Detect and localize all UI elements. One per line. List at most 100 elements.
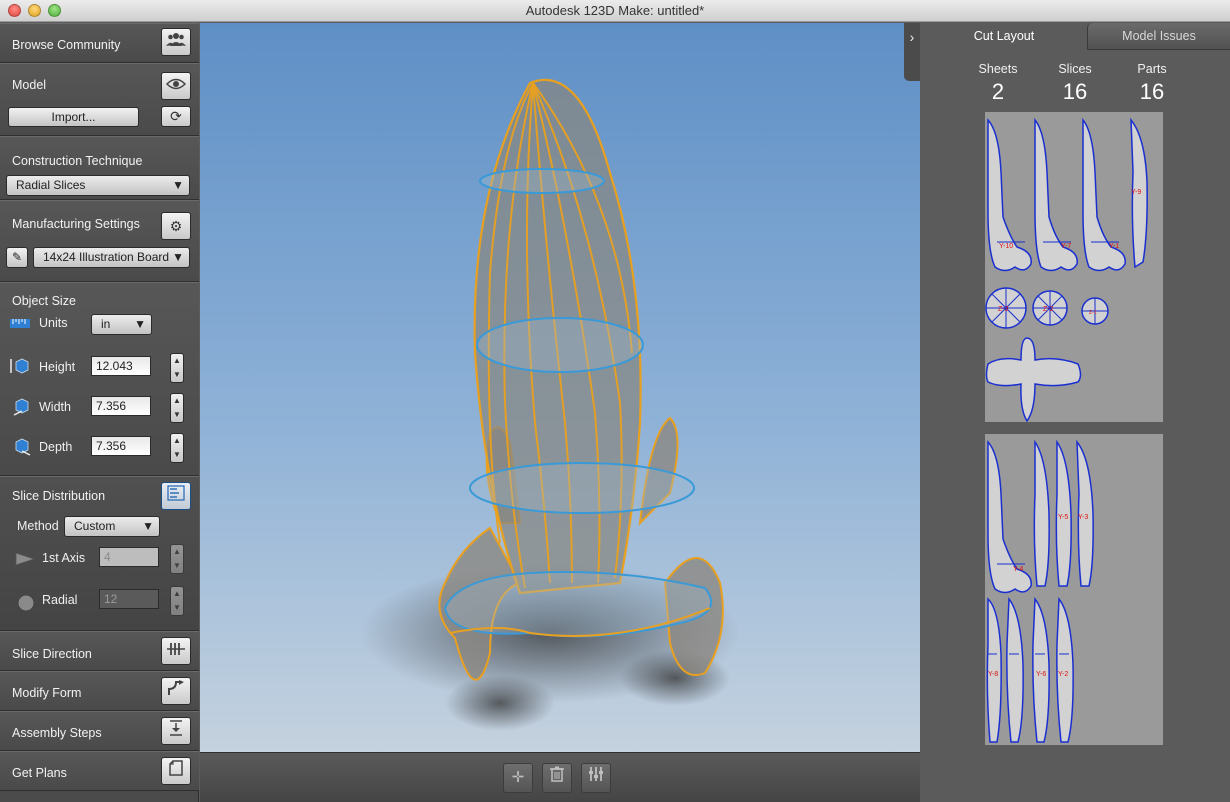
modify-form-icon[interactable]: [161, 677, 191, 705]
pencil-icon[interactable]: ✎: [6, 247, 28, 268]
trash-icon[interactable]: [542, 763, 572, 793]
part-label: Y-5: [1058, 514, 1068, 521]
part-label: Y-9: [1131, 189, 1141, 196]
width-field[interactable]: 7.356: [91, 396, 151, 416]
right-panel: Cut Layout Model Issues Sheets 2 Slices …: [920, 23, 1230, 802]
slice-settings-icon[interactable]: [581, 763, 611, 793]
import-button[interactable]: Import...: [8, 107, 139, 127]
3d-viewport[interactable]: [200, 23, 920, 752]
part-label: Z-1: [1089, 310, 1097, 316]
construction-technique-dropdown[interactable]: Radial Slices ▼: [6, 175, 190, 196]
community-icon[interactable]: [161, 28, 191, 56]
assembly-steps-label: Assembly Steps: [12, 726, 102, 740]
part-label: Y-8: [988, 671, 998, 678]
collapse-panel-icon[interactable]: ›: [904, 23, 920, 81]
construction-technique-label: Construction Technique: [12, 154, 143, 168]
browse-community-label: Browse Community: [12, 38, 121, 52]
close-window-button[interactable]: [8, 4, 21, 17]
depth-field[interactable]: 7.356: [91, 436, 151, 456]
depth-icon: [12, 438, 32, 459]
method-value: Custom: [74, 519, 116, 533]
slice-distribution-label: Slice Distribution: [12, 489, 106, 503]
modify-form-label: Modify Form: [12, 686, 82, 700]
parts-label: Parts: [1137, 62, 1167, 76]
manufacturing-settings-section: Manufacturing Settings ⚙ ✎ 14x24 Illustr…: [0, 200, 199, 282]
part-label: Y-4: [1013, 566, 1023, 573]
method-dropdown[interactable]: Custom ▼: [64, 516, 160, 537]
tab-cut-layout[interactable]: Cut Layout: [920, 23, 1088, 50]
part-label: Y-6: [1036, 671, 1046, 678]
part-label: Y-2: [1058, 671, 1068, 678]
sheet-1-parts: [985, 117, 1148, 423]
model-label: Model: [12, 78, 47, 92]
width-label: Width: [39, 400, 71, 414]
browse-community-section[interactable]: Browse Community: [0, 23, 199, 63]
slice-direction-section[interactable]: Slice Direction: [0, 631, 199, 671]
object-size-section: Object Size Units in ▼ Height 12.043 ▲ ▼ …: [0, 282, 199, 476]
width-stepper[interactable]: ▲ ▼: [170, 393, 184, 423]
viewport-toolbar: ✛: [200, 752, 920, 802]
slice-distribution-section: Slice Distribution Method Custom ▼ 1st A…: [0, 476, 199, 631]
assembly-steps-icon[interactable]: [161, 717, 191, 745]
assembly-steps-section[interactable]: Assembly Steps: [0, 711, 199, 751]
title-bar: Autodesk 123D Make: untitled*: [0, 0, 1230, 22]
slices-label: Slices: [1058, 62, 1092, 76]
chevron-down-icon: ▼: [142, 519, 154, 533]
modify-form-section[interactable]: Modify Form: [0, 671, 199, 711]
cut-sheet-2[interactable]: Y-4 Y-5 Y-3 Y-8 Y-6 Y-2: [985, 434, 1163, 745]
part-label: Z-2: [1043, 306, 1054, 313]
get-plans-label: Get Plans: [12, 766, 67, 780]
slices-count: 16: [1062, 79, 1088, 104]
depth-label: Depth: [39, 440, 73, 454]
sheet-2-parts: [986, 439, 1094, 743]
left-panel: Browse Community Model Import... ⟳ Const…: [0, 23, 199, 802]
add-slice-icon[interactable]: ✛: [503, 763, 533, 793]
height-stepper[interactable]: ▲ ▼: [170, 353, 184, 383]
width-icon: [12, 398, 32, 419]
eye-icon[interactable]: [161, 72, 191, 100]
tab-model-issues[interactable]: Model Issues: [1087, 23, 1230, 50]
model-shadow: [445, 675, 555, 731]
first-axis-field[interactable]: 4: [99, 547, 159, 567]
model-section: Model Import... ⟳: [0, 63, 199, 136]
chevron-down-icon: ▼: [172, 250, 184, 264]
radial-icon: [17, 594, 35, 615]
construction-technique-value: Radial Slices: [16, 178, 86, 192]
sheets-label: Sheets: [978, 62, 1018, 76]
depth-stepper[interactable]: ▲ ▼: [170, 433, 184, 463]
chevron-down-icon: ▼: [172, 178, 184, 192]
material-dropdown[interactable]: 14x24 Illustration Board ▼: [33, 247, 190, 268]
first-axis-stepper[interactable]: ▲ ▼: [170, 544, 184, 574]
gear-icon[interactable]: ⚙: [161, 212, 191, 240]
first-axis-label: 1st Axis: [42, 551, 86, 565]
units-value: in: [101, 317, 111, 331]
zoom-window-button[interactable]: [48, 4, 61, 17]
height-field[interactable]: 12.043: [91, 356, 151, 376]
sheets-count: 2: [991, 79, 1005, 104]
radial-label: Radial: [42, 593, 78, 607]
refresh-icon[interactable]: ⟳: [161, 106, 191, 127]
slice-direction-icon[interactable]: [161, 637, 191, 665]
method-label: Method: [17, 519, 59, 533]
slice-distribution-icon[interactable]: [161, 482, 191, 510]
radial-field[interactable]: 12: [99, 589, 159, 609]
radial-stepper[interactable]: ▲ ▼: [170, 586, 184, 616]
get-plans-icon[interactable]: [161, 757, 191, 785]
rocket-model: [360, 78, 740, 731]
cut-sheet-1[interactable]: Y-10 Y-7 Y-1 Y-9 Z-3 Z-2 Z-1: [985, 112, 1163, 423]
material-value: 14x24 Illustration Board: [43, 250, 170, 264]
window-title: Autodesk 123D Make: untitled*: [525, 3, 705, 18]
part-label: Z-3: [998, 306, 1009, 313]
part-label: Y-1: [1109, 243, 1119, 250]
minimize-window-button[interactable]: [28, 4, 41, 17]
height-icon: [10, 358, 30, 377]
parts-count: 16: [1139, 79, 1165, 104]
part-label: Y-3: [1078, 514, 1088, 521]
get-plans-section[interactable]: Get Plans: [0, 751, 199, 791]
object-size-label: Object Size: [12, 294, 76, 308]
height-label: Height: [39, 360, 76, 374]
units-dropdown[interactable]: in ▼: [91, 314, 152, 335]
construction-technique-section: Construction Technique Radial Slices ▼: [0, 136, 199, 200]
units-icon: [10, 317, 30, 332]
part-label: Y-10: [999, 243, 1013, 250]
